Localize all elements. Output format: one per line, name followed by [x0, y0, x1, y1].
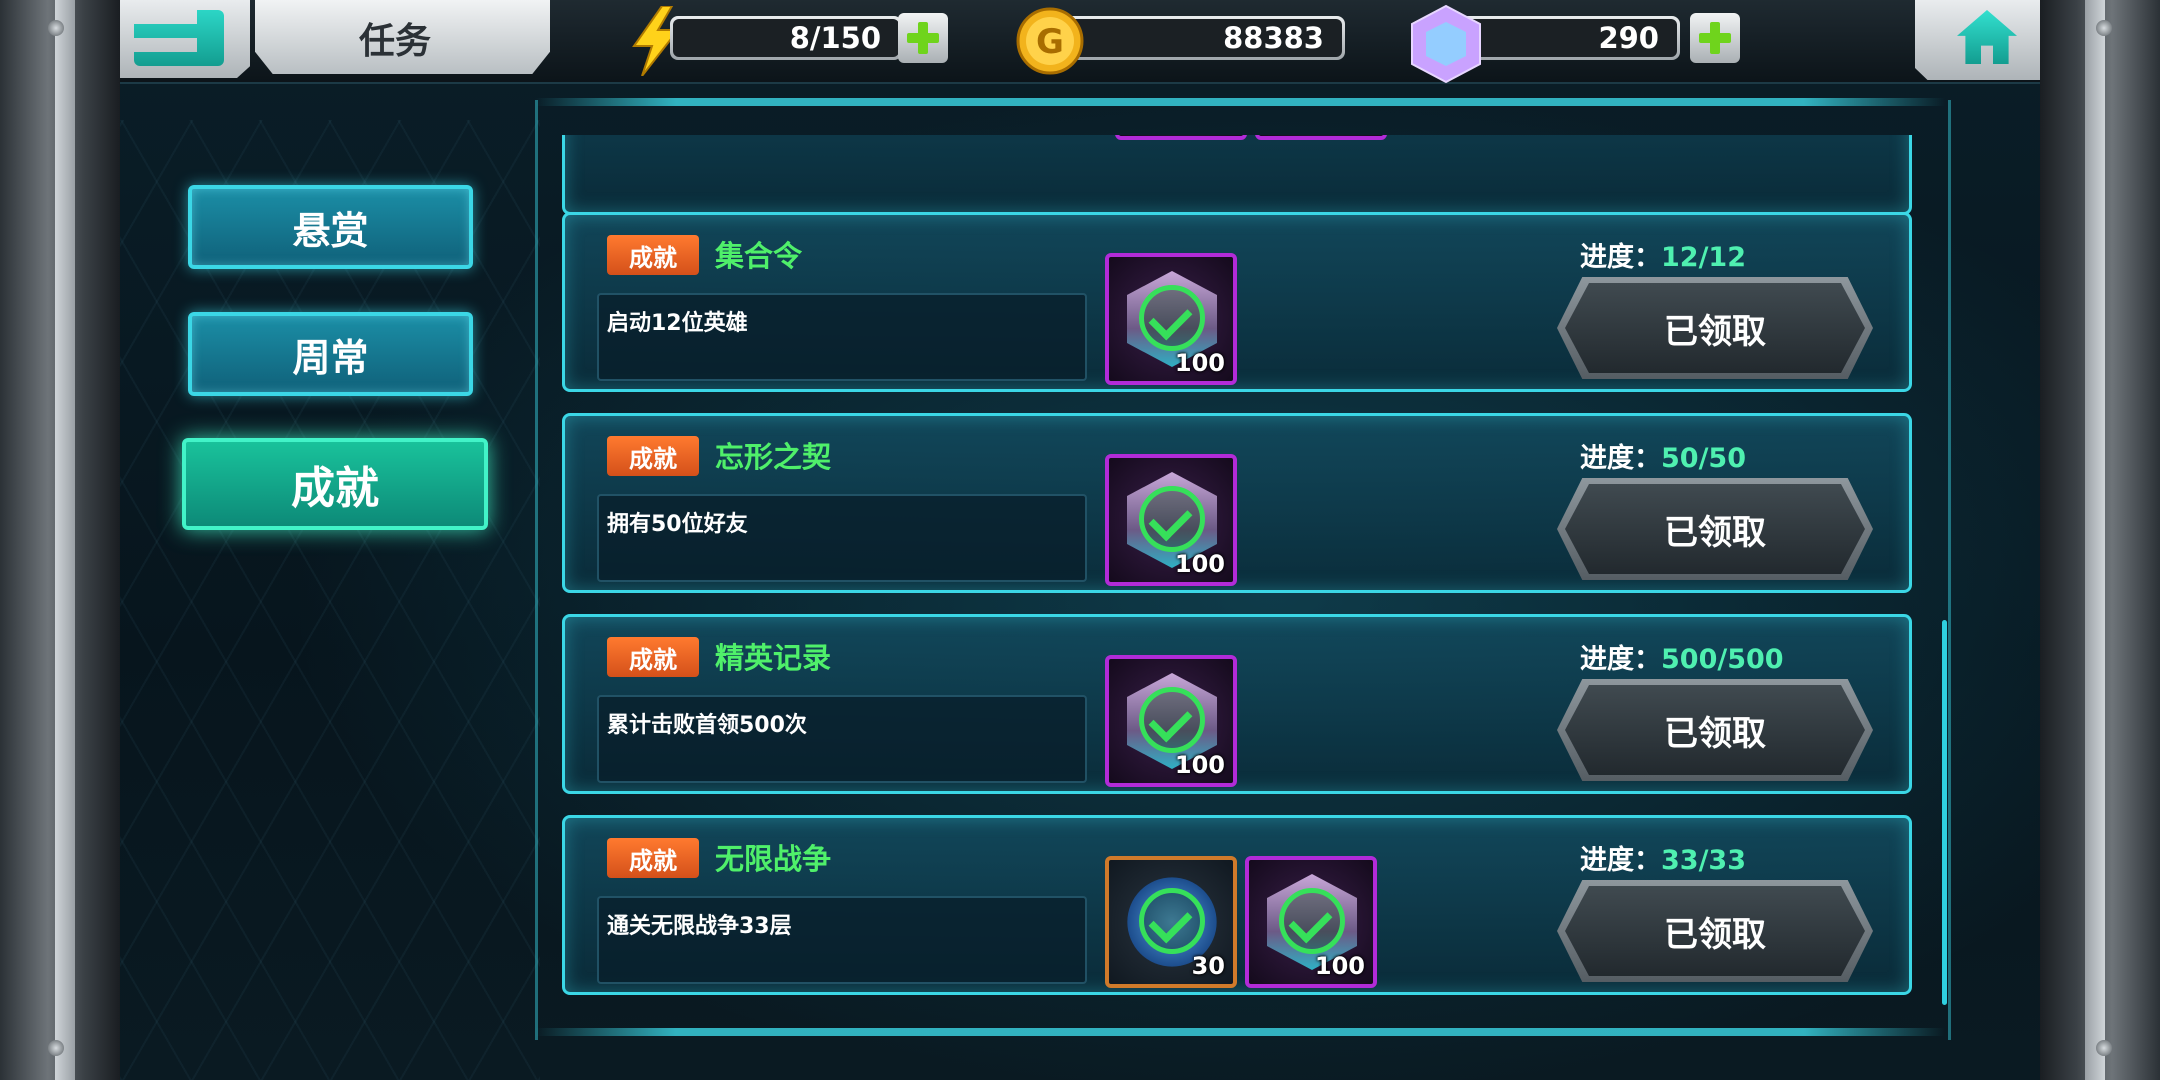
achievement-badge: 成就	[607, 838, 699, 878]
reward-item[interactable]: 100	[1105, 655, 1237, 787]
task-progress: 进度：500/500	[1580, 644, 1784, 675]
right-frame	[2040, 0, 2160, 1080]
tab-label: 周常	[292, 335, 369, 380]
task-progress: 进度：33/33	[1580, 845, 1747, 876]
left-frame	[0, 0, 120, 1080]
claimed-check-icon	[1279, 888, 1345, 954]
achievement-badge: 成就	[607, 436, 699, 476]
task-name: 精英记录	[715, 641, 832, 675]
reward-count: 100	[1174, 751, 1225, 779]
task-description-box: 拥有50位好友	[597, 494, 1087, 582]
svg-text:G: G	[1036, 22, 1064, 62]
task-description-box: 累计击败首领500次	[597, 695, 1087, 783]
scrollbar[interactable]	[1942, 620, 1947, 1005]
task-list[interactable]: 1 1 成就 集合令 启动12位英雄 100 进度：12/12 已领取 成就 忘…	[550, 135, 1930, 1025]
tab-achievement[interactable]: 成就	[182, 438, 488, 530]
tab-weekly[interactable]: 周常	[188, 312, 473, 396]
reward-item[interactable]: 1	[1115, 135, 1247, 140]
gold-coin-icon: G	[1016, 7, 1084, 75]
task-name: 忘形之契	[715, 440, 832, 474]
task-description-box: 通关无限战争33层	[597, 896, 1087, 984]
task-description-box: 启动12位英雄	[597, 293, 1087, 381]
tab-label: 成就	[291, 463, 379, 514]
reward-count: 100	[1314, 952, 1365, 980]
claimed-check-icon	[1139, 888, 1205, 954]
panel-bottom-glow	[535, 1028, 1945, 1036]
reward-item[interactable]: 30	[1105, 856, 1237, 988]
reward-item[interactable]: 1	[1255, 135, 1387, 140]
reward-item[interactable]: 100	[1105, 253, 1237, 385]
task-card: 成就 忘形之契 拥有50位好友 100 进度：50/50 已领取	[562, 413, 1912, 593]
claimed-check-icon	[1139, 687, 1205, 753]
reward-count: 100	[1174, 349, 1225, 377]
task-card: 成就 精英记录 累计击败首领500次 100 进度：500/500 已领取	[562, 614, 1912, 794]
energy-add-button[interactable]	[898, 13, 948, 63]
panel-top-glow	[535, 98, 1945, 106]
achievement-badge: 成就	[607, 637, 699, 677]
task-description: 拥有50位好友	[607, 512, 748, 537]
reward-item[interactable]: 100	[1105, 454, 1237, 586]
claimed-check-icon	[1139, 486, 1205, 552]
claimed-button[interactable]: 已领取	[1565, 484, 1865, 574]
task-progress: 进度：12/12	[1580, 242, 1747, 273]
task-card: 成就 无限战争 通关无限战争33层 30 100 进度：33/33 已领取	[562, 815, 1912, 995]
task-description: 通关无限战争33层	[607, 914, 792, 939]
gem-value: 290	[1598, 21, 1659, 55]
gold-value: 88383	[1223, 21, 1324, 55]
task-description: 启动12位英雄	[607, 311, 748, 336]
tab-bounty[interactable]: 悬赏	[188, 185, 473, 269]
claimed-button[interactable]: 已领取	[1565, 886, 1865, 976]
tab-label: 悬赏	[292, 208, 369, 253]
title-plate: 任务	[255, 0, 550, 74]
task-card-partial: 1 1	[562, 135, 1912, 215]
gem-icon	[1411, 4, 1481, 84]
energy-value: 8/150	[789, 21, 881, 55]
reward-count: 100	[1174, 550, 1225, 578]
task-card: 成就 集合令 启动12位英雄 100 进度：12/12 已领取	[562, 212, 1912, 392]
task-name: 无限战争	[715, 842, 832, 876]
task-name: 集合令	[715, 239, 803, 273]
reward-count: 30	[1191, 952, 1225, 980]
claimed-button[interactable]: 已领取	[1565, 283, 1865, 373]
claimed-button[interactable]: 已领取	[1565, 685, 1865, 775]
back-button[interactable]	[120, 0, 250, 78]
claimed-check-icon	[1139, 285, 1205, 351]
gem-bar: 290	[1460, 16, 1680, 60]
home-button[interactable]	[1915, 0, 2040, 80]
task-progress: 进度：50/50	[1580, 443, 1747, 474]
task-description: 累计击败首领500次	[607, 713, 807, 738]
gold-bar: 88383	[1060, 16, 1345, 60]
gem-add-button[interactable]	[1690, 13, 1740, 63]
energy-bar: 8/150	[670, 16, 902, 60]
page-title: 任务	[358, 21, 431, 62]
home-icon	[1957, 10, 2017, 64]
achievement-badge: 成就	[607, 235, 699, 275]
reward-item[interactable]: 100	[1245, 856, 1377, 988]
back-arrow-icon	[134, 10, 224, 66]
